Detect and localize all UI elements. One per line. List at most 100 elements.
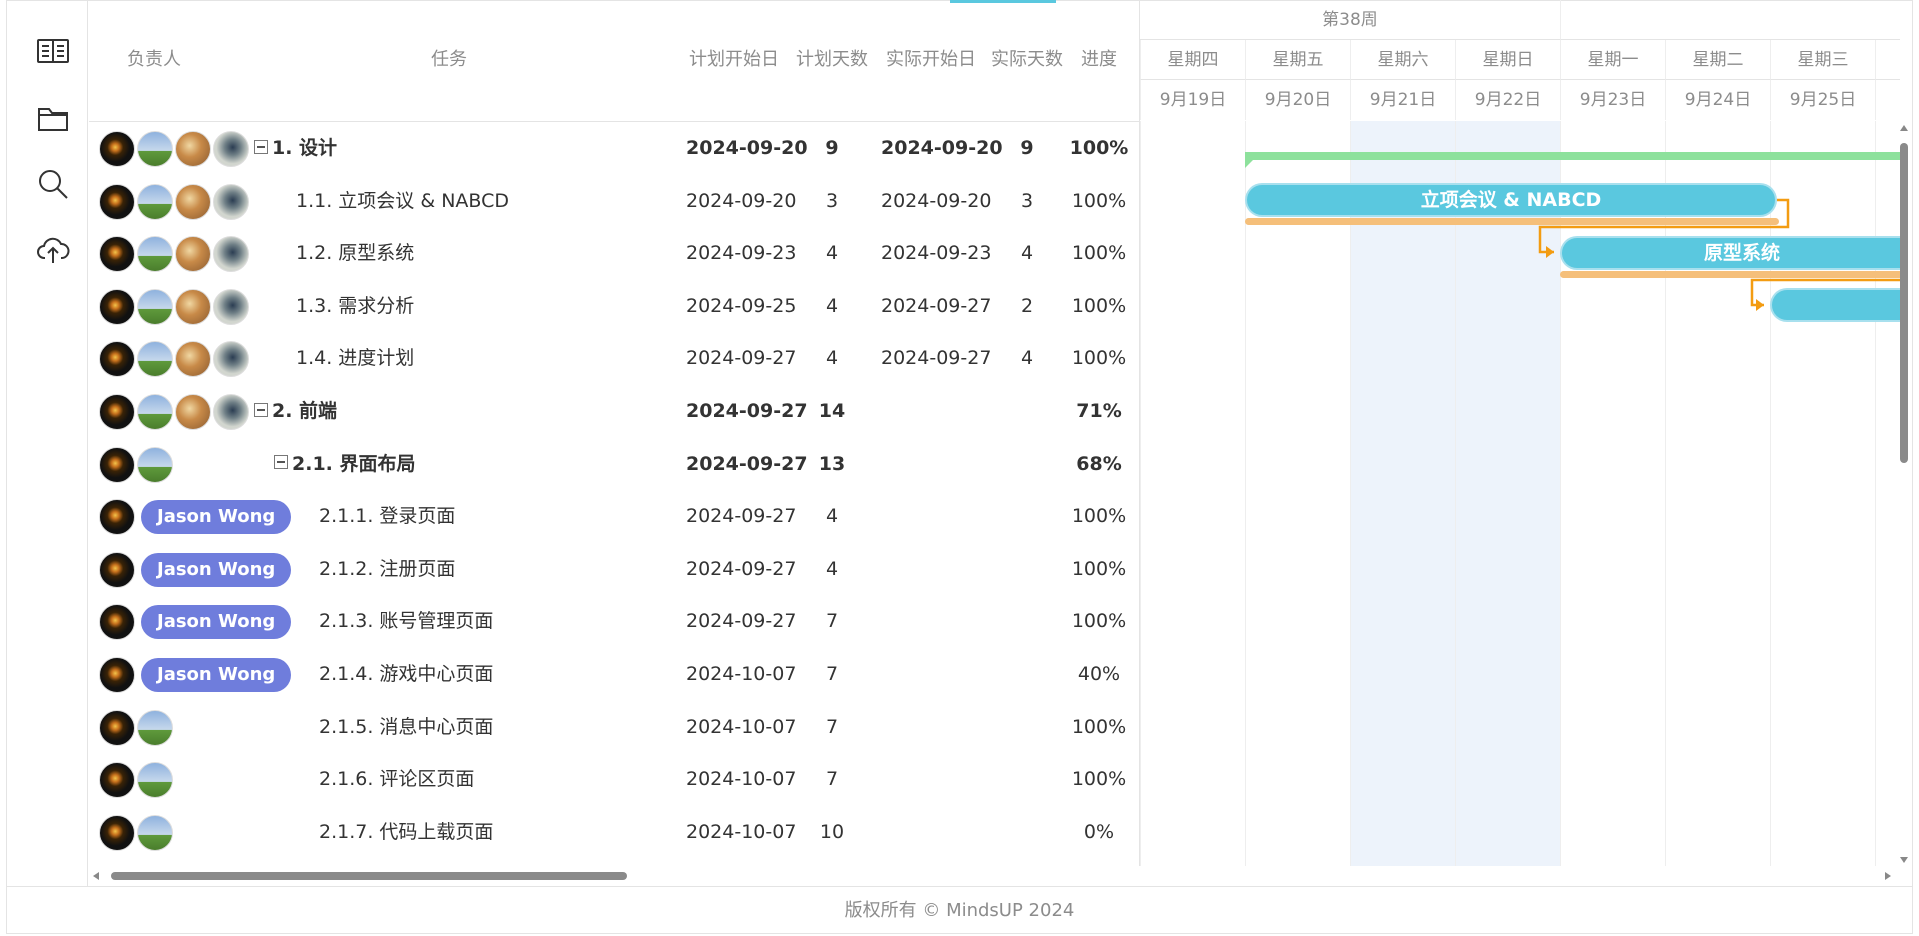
plan-days-cell: 3 [825, 189, 839, 212]
task-cell[interactable]: 2.1.6. 评论区页面 [319, 753, 474, 805]
avatar[interactable] [137, 131, 173, 167]
plan-days-cell: 4 [825, 242, 839, 265]
avatar[interactable] [99, 762, 135, 799]
table-row[interactable]: 1.3. 需求分析 2024-09-25 4 2024-09-27 2 100% [89, 280, 1139, 332]
table-row[interactable]: 1. 设计 2024-09-20 9 2024-09-20 9 100% [89, 122, 1139, 174]
gantt-chart: 第38周 星期四 9月19日 星期五 9月20日 星期六 9月21日 星期日 9月22日 星期一… [1139, 0, 1900, 866]
avatar[interactable] [213, 394, 249, 430]
avatar[interactable] [99, 288, 135, 325]
avatar[interactable] [99, 709, 135, 746]
table-row[interactable]: 2.1.7. 代码上载页面 2024-10-07 10 0% [89, 806, 1139, 858]
actual-days-cell: 3 [1020, 189, 1034, 212]
owner-name-pill[interactable]: Jason Wong [141, 500, 292, 535]
horizontal-scrollbar[interactable] [89, 868, 1897, 884]
book-icon[interactable] [30, 28, 76, 74]
task-name: 2.1.7. 代码上载页面 [319, 820, 494, 843]
task-cell[interactable]: 1.4. 进度计划 [296, 332, 414, 384]
vertical-scroll-thumb[interactable] [1900, 143, 1908, 463]
progress-cell: 100% [1071, 610, 1127, 633]
avatar[interactable] [99, 551, 135, 588]
avatar[interactable] [99, 131, 135, 167]
scroll-down-icon[interactable] [1900, 857, 1908, 863]
owner-avatars: Jason Wong [99, 551, 292, 589]
avatar[interactable] [213, 341, 249, 378]
task-cell[interactable]: 2.1.2. 注册页面 [319, 543, 455, 595]
task-cell[interactable]: 2. 前端 [254, 385, 337, 437]
avatar[interactable] [137, 394, 173, 430]
task-cell[interactable]: 2.1.1. 登录页面 [319, 490, 455, 542]
avatar[interactable] [213, 131, 249, 167]
header-plan-start[interactable]: 计划开始日 [686, 45, 782, 71]
avatar[interactable] [137, 341, 173, 378]
task-cell[interactable]: 2.1.5. 消息中心页面 [319, 701, 493, 753]
avatar[interactable] [213, 288, 249, 325]
header-plan-days[interactable]: 计划天数 [794, 45, 870, 71]
horizontal-scroll-thumb[interactable] [111, 872, 627, 880]
avatar[interactable] [99, 446, 135, 483]
task-cell[interactable]: 1.2. 原型系统 [296, 227, 414, 279]
header-task[interactable]: 任务 [409, 45, 489, 71]
header-owner[interactable]: 负责人 [109, 45, 199, 71]
plan-start-cell: 2024-09-20 [686, 189, 797, 212]
scroll-right-icon[interactable] [1885, 872, 1891, 880]
task-cell[interactable]: 2.1.7. 代码上载页面 [319, 806, 493, 858]
table-row[interactable]: Jason Wong 2.1.3. 账号管理页面 2024-09-27 7 100% [89, 595, 1139, 647]
avatar[interactable] [99, 657, 135, 693]
header-actual-start[interactable]: 实际开始日 [881, 45, 981, 71]
avatar[interactable] [175, 394, 211, 430]
owner-name-pill[interactable]: Jason Wong [141, 658, 292, 692]
task-cell[interactable]: 2.1.3. 账号管理页面 [319, 595, 493, 647]
avatar[interactable] [99, 183, 135, 220]
avatar[interactable] [99, 814, 135, 851]
avatar[interactable] [99, 341, 135, 378]
task-cell[interactable]: 1.1. 立项会议 & NABCD [296, 175, 509, 227]
avatar[interactable] [175, 236, 211, 273]
folder-icon[interactable] [30, 95, 76, 141]
avatar[interactable] [99, 499, 135, 536]
owner-name-pill[interactable]: Jason Wong [141, 552, 292, 587]
actual-days-cell [987, 385, 1067, 437]
task-cell[interactable]: 2.1. 界面布局 [274, 438, 416, 490]
plan-days-cell: 4 [825, 294, 839, 317]
table-row[interactable]: Jason Wong 2.1.1. 登录页面 2024-09-27 4 100% [89, 490, 1139, 542]
avatar[interactable] [137, 709, 173, 746]
avatar[interactable] [213, 236, 249, 273]
avatar[interactable] [99, 604, 135, 641]
avatar[interactable] [99, 236, 135, 273]
avatar[interactable] [213, 183, 249, 220]
avatar[interactable] [175, 183, 211, 220]
avatar[interactable] [137, 762, 173, 799]
table-row[interactable]: 2.1.6. 评论区页面 2024-10-07 7 100% [89, 753, 1139, 805]
cloud-upload-icon[interactable] [30, 227, 76, 273]
table-row[interactable]: 1.4. 进度计划 2024-09-27 4 2024-09-27 4 100% [89, 332, 1139, 384]
task-cell[interactable]: 2.1.4. 游戏中心页面 [319, 648, 493, 700]
avatar[interactable] [137, 236, 173, 273]
avatar[interactable] [99, 394, 135, 430]
scroll-up-icon[interactable] [1900, 125, 1908, 131]
table-row[interactable]: 2.1.5. 消息中心页面 2024-10-07 7 100% [89, 701, 1139, 753]
vertical-scrollbar[interactable] [1897, 121, 1913, 867]
header-progress[interactable]: 进度 [1069, 45, 1129, 71]
table-row[interactable]: 2. 前端 2024-09-27 14 71% [89, 385, 1139, 437]
avatar[interactable] [137, 183, 173, 220]
avatar[interactable] [175, 288, 211, 325]
table-row[interactable]: 2.1. 界面布局 2024-09-27 13 68% [89, 438, 1139, 490]
avatar[interactable] [137, 288, 173, 325]
scroll-left-icon[interactable] [93, 872, 99, 880]
search-icon[interactable] [30, 161, 76, 207]
table-row[interactable]: Jason Wong 2.1.2. 注册页面 2024-09-27 4 100% [89, 543, 1139, 595]
task-cell[interactable]: 1. 设计 [254, 122, 337, 174]
collapse-icon[interactable] [274, 455, 288, 470]
task-cell[interactable]: 1.3. 需求分析 [296, 280, 414, 332]
table-row[interactable]: 1.2. 原型系统 2024-09-23 4 2024-09-23 4 100% [89, 227, 1139, 279]
table-row[interactable]: Jason Wong 2.1.4. 游戏中心页面 2024-10-07 7 40% [89, 648, 1139, 700]
header-actual-days[interactable]: 实际天数 [987, 45, 1067, 71]
collapse-icon[interactable] [254, 139, 268, 154]
avatar[interactable] [137, 446, 173, 483]
table-row[interactable]: 1.1. 立项会议 & NABCD 2024-09-20 3 2024-09-20 3 1… [89, 175, 1139, 227]
collapse-icon[interactable] [254, 402, 268, 417]
avatar[interactable] [175, 131, 211, 167]
owner-name-pill[interactable]: Jason Wong [141, 605, 292, 640]
avatar[interactable] [137, 814, 173, 851]
avatar[interactable] [175, 341, 211, 378]
